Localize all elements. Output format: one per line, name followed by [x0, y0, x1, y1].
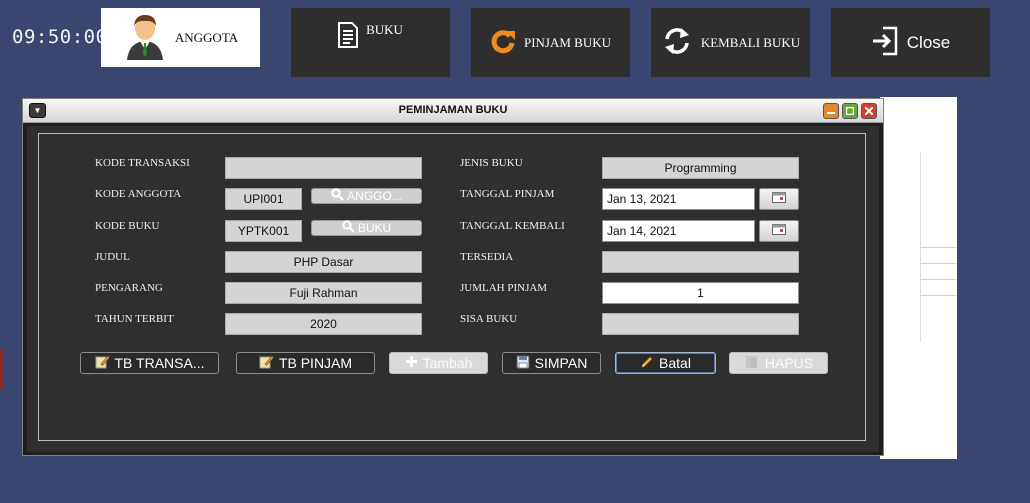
kode-buku-field[interactable]: YPTK001 — [225, 220, 302, 242]
judul-field[interactable]: PHP Dasar — [225, 251, 422, 273]
tambah-button[interactable]: Tambah — [389, 352, 488, 374]
jumlah-pinjam-label: JUMLAH PINJAM — [460, 282, 548, 294]
tanggal-kembali-calendar-button[interactable] — [759, 220, 799, 242]
cari-buku-button[interactable]: BUKU — [311, 220, 422, 236]
edit-note-icon — [259, 354, 274, 372]
pinjam-buku-label: PINJAM BUKU — [523, 34, 612, 50]
clock: 09:50:00 — [12, 26, 108, 48]
minimize-icon[interactable] — [823, 103, 839, 119]
kode-transaksi-label: KODE TRANSAKSI — [95, 157, 190, 169]
refresh-icon — [490, 28, 516, 58]
pengarang-field[interactable]: Fuji Rahman — [225, 282, 422, 304]
tanggal-kembali-label: TANGGAL KEMBALI — [460, 220, 565, 232]
jenis-buku-field[interactable]: Programming — [602, 157, 799, 179]
exit-icon — [871, 26, 899, 60]
kembali-buku-button[interactable]: KEMBALI BUKU — [651, 8, 810, 77]
calendar-icon — [772, 190, 786, 208]
sisa-buku-field[interactable] — [602, 313, 799, 335]
close-button[interactable]: Close — [831, 8, 990, 77]
anggota-button[interactable]: ANGGOTA — [101, 8, 260, 67]
search-icon — [331, 188, 344, 204]
batal-button[interactable]: Batal — [615, 352, 716, 374]
user-icon — [123, 12, 167, 64]
tahun-terbit-field[interactable]: 2020 — [225, 313, 422, 335]
tanggal-pinjam-label: TANGGAL PINJAM — [460, 188, 555, 200]
pinjam-buku-button[interactable]: PINJAM BUKU — [471, 8, 630, 77]
pencil-icon — [640, 355, 654, 372]
kembali-buku-label: KEMBALI BUKU — [700, 34, 801, 50]
tahun-terbit-label: TAHUN TERBIT — [95, 313, 174, 325]
simpan-label: SIMPAN — [534, 355, 588, 371]
tanggal-pinjam-calendar-button[interactable] — [759, 188, 799, 210]
form-panel: KODE TRANSAKSI KODE ANGGOTA UPI001 ANGGO… — [38, 133, 866, 441]
anggota-label: ANGGOTA — [174, 29, 239, 45]
tb-transaksi-label: TB TRANSA... — [114, 355, 205, 371]
background-window — [880, 97, 957, 459]
search-icon — [342, 220, 355, 236]
jenis-buku-label: JENIS BUKU — [460, 157, 523, 169]
buku-label: BUKU — [366, 22, 403, 37]
window-body: KODE TRANSAKSI KODE ANGGOTA UPI001 ANGGO… — [27, 126, 879, 452]
kode-buku-label: KODE BUKU — [95, 220, 160, 232]
close-window-icon[interactable] — [861, 103, 877, 119]
peminjaman-window: ▼ PEMINJAMAN BUKU KODE TRANSAKSI KODE AN… — [22, 98, 884, 456]
hapus-button[interactable]: HAPUS — [729, 352, 828, 374]
batal-label: Batal — [659, 355, 691, 371]
tersedia-field[interactable] — [602, 251, 799, 273]
maximize-icon[interactable] — [842, 103, 858, 119]
kode-transaksi-field[interactable] — [225, 157, 422, 179]
tersedia-label: TERSEDIA — [460, 251, 514, 263]
jumlah-pinjam-field[interactable]: 1 — [602, 282, 799, 304]
kode-anggota-label: KODE ANGGOTA — [95, 188, 182, 200]
pengarang-label: PENGARANG — [95, 282, 163, 294]
window-titlebar: ▼ PEMINJAMAN BUKU — [23, 99, 883, 123]
cari-anggota-label: ANGGO... — [347, 189, 402, 203]
cari-anggota-button[interactable]: ANGGO... — [311, 188, 422, 204]
cari-buku-label: BUKU — [357, 221, 392, 235]
buku-button[interactable]: BUKU — [291, 8, 450, 77]
background-window-edge — [0, 350, 4, 390]
document-icon — [338, 22, 359, 52]
sisa-buku-label: SISA BUKU — [460, 313, 518, 325]
plus-icon — [405, 355, 418, 371]
tb-transaksi-button[interactable]: TB TRANSA... — [80, 352, 219, 374]
save-icon — [516, 355, 530, 372]
simpan-button[interactable]: SIMPAN — [502, 352, 601, 374]
calendar-icon — [772, 222, 786, 240]
edit-note-icon — [95, 354, 110, 372]
sync-arrows-icon — [661, 25, 693, 61]
kode-anggota-field[interactable]: UPI001 — [225, 188, 302, 210]
judul-label: JUDUL — [95, 251, 130, 263]
tb-pinjam-label: TB PINJAM — [278, 355, 353, 371]
hapus-label: HAPUS — [764, 355, 814, 371]
tambah-label: Tambah — [422, 355, 473, 371]
tanggal-kembali-field[interactable]: Jan 14, 2021 — [602, 220, 755, 242]
tanggal-pinjam-field[interactable]: Jan 13, 2021 — [602, 188, 755, 210]
window-title: PEMINJAMAN BUKU — [398, 104, 508, 116]
delete-icon — [744, 355, 760, 372]
close-label: Close — [906, 32, 951, 52]
tb-pinjam-button[interactable]: TB PINJAM — [236, 352, 375, 374]
